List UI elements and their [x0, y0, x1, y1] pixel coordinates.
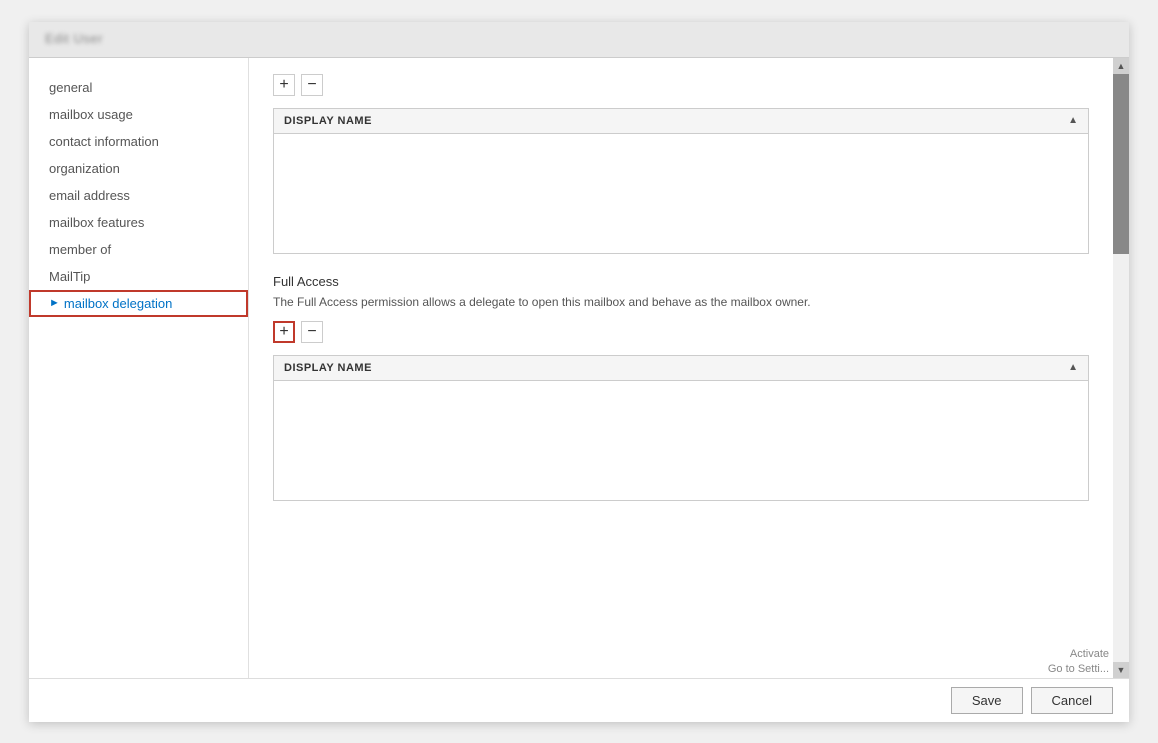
full-access-remove-button[interactable]: − [301, 321, 323, 343]
send-as-section: + − DISPLAY NAME ▲ [273, 74, 1089, 254]
sidebar-item-label: mailbox usage [49, 107, 133, 122]
full-access-title: Full Access [273, 274, 1089, 289]
full-access-section: Full Access The Full Access permission a… [273, 274, 1089, 501]
sidebar-item-email-address[interactable]: email address [29, 182, 248, 209]
sidebar-item-label: contact information [49, 134, 159, 149]
sidebar-item-mailbox-delegation[interactable]: ► mailbox delegation [29, 290, 248, 317]
send-as-table-body [273, 134, 1089, 254]
send-as-column-header: DISPLAY NAME [284, 115, 1068, 127]
full-access-column-header: DISPLAY NAME [284, 362, 1068, 374]
save-button[interactable]: Save [951, 687, 1023, 714]
sidebar-item-organization[interactable]: organization [29, 155, 248, 182]
sidebar-item-label: MailTip [49, 269, 90, 284]
full-access-toolbar: + − [273, 321, 1089, 343]
sidebar-item-member-of[interactable]: member of [29, 236, 248, 263]
send-as-table-header: DISPLAY NAME ▲ [273, 108, 1089, 134]
scroll-up-arrow[interactable]: ▲ [1113, 58, 1129, 74]
full-access-add-button[interactable]: + [273, 321, 295, 343]
send-as-toolbar: + − [273, 74, 1089, 96]
full-access-table-body [273, 381, 1089, 501]
sidebar: general mailbox usage contact informatio… [29, 58, 249, 678]
send-as-add-button[interactable]: + [273, 74, 295, 96]
activate-watermark: Activate Go to Setti... [1048, 647, 1109, 678]
sidebar-item-label: mailbox delegation [64, 296, 172, 311]
sidebar-item-label: general [49, 80, 92, 95]
full-access-description: The Full Access permission allows a dele… [273, 293, 1089, 311]
sidebar-item-general[interactable]: general [29, 74, 248, 101]
sidebar-item-label: organization [49, 161, 120, 176]
content-area[interactable]: + − DISPLAY NAME ▲ Full Access The Full … [249, 58, 1129, 678]
sidebar-item-mailbox-usage[interactable]: mailbox usage [29, 101, 248, 128]
dialog-header: Edit User [29, 22, 1129, 58]
full-access-table-header: DISPLAY NAME ▲ [273, 355, 1089, 381]
sidebar-item-mailbox-features[interactable]: mailbox features [29, 209, 248, 236]
send-as-sort-icon[interactable]: ▲ [1068, 115, 1078, 126]
sidebar-item-contact-information[interactable]: contact information [29, 128, 248, 155]
dialog: Edit User general mailbox usage contact … [29, 22, 1129, 722]
sidebar-item-label: member of [49, 242, 111, 257]
sidebar-item-label: email address [49, 188, 130, 203]
sidebar-item-mailtip[interactable]: MailTip [29, 263, 248, 290]
main-content: + − DISPLAY NAME ▲ Full Access The Full … [249, 58, 1129, 678]
scrollbar-thumb[interactable] [1113, 74, 1129, 254]
dialog-body: general mailbox usage contact informatio… [29, 58, 1129, 678]
scroll-down-arrow[interactable]: ▼ [1113, 662, 1129, 678]
cancel-button[interactable]: Cancel [1031, 687, 1113, 714]
sidebar-item-label: mailbox features [49, 215, 144, 230]
dialog-footer: Save Cancel [29, 678, 1129, 722]
scrollbar[interactable]: ▲ ▼ [1113, 58, 1129, 678]
send-as-remove-button[interactable]: − [301, 74, 323, 96]
expand-arrow-icon: ► [49, 297, 60, 309]
full-access-sort-icon[interactable]: ▲ [1068, 362, 1078, 373]
dialog-title: Edit User [45, 31, 103, 46]
